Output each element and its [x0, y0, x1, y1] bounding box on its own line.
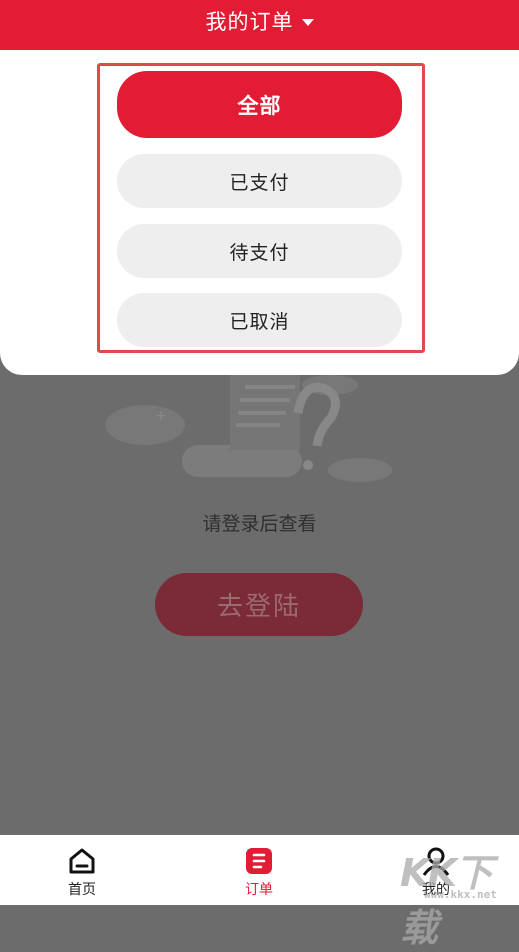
order-type-dropdown-toggle[interactable]: 我的订单 — [206, 6, 314, 36]
top-bar: 我的订单 — [0, 0, 519, 50]
empty-orders-illustration: + — [105, 375, 392, 482]
login-button[interactable]: 去登陆 — [155, 573, 363, 636]
filter-option-unpaid[interactable]: 待支付 — [117, 224, 402, 278]
order-icon — [243, 845, 275, 877]
svg-text:+: + — [155, 408, 167, 424]
page-title: 我的订单 — [205, 10, 294, 34]
nav-label-home: 首页 — [68, 882, 96, 898]
filter-option-paid[interactable]: 已支付 — [117, 154, 402, 208]
nav-item-home[interactable]: 首页 — [22, 835, 142, 905]
watermark-logo: KK下载 www.kkx.net — [400, 842, 519, 950]
watermark-site: www.kkx.net — [424, 888, 497, 901]
home-icon — [66, 845, 98, 877]
nav-label-orders: 订单 — [245, 882, 273, 898]
nav-item-orders[interactable]: 订单 — [199, 835, 319, 905]
filter-option-all[interactable]: 全部 — [117, 71, 402, 138]
caret-down-icon — [301, 19, 314, 26]
filter-option-cancelled[interactable]: 已取消 — [117, 293, 402, 347]
login-prompt-text: 请登录后查看 — [202, 513, 317, 535]
